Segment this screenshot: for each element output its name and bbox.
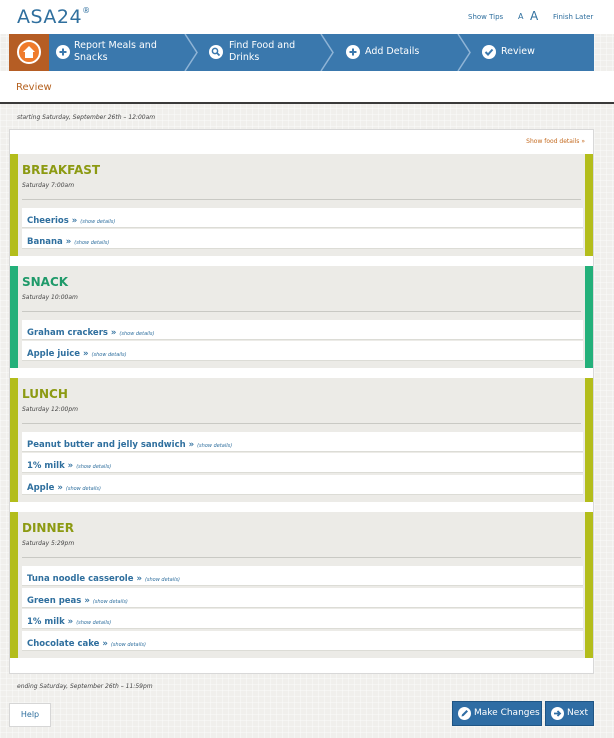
show-tips-link[interactable]: Show Tips [468,13,503,21]
starting-note: starting Saturday, September 26th – 12:0… [17,114,156,121]
meal-color-bar [585,378,593,502]
show-details-link[interactable]: (show details) [197,443,232,449]
food-item: Chocolate cake » (show details) [22,631,583,651]
page-title-bar: Review [0,71,614,104]
meal-time: Saturday 10:00am [22,294,78,301]
search-icon [209,45,223,59]
meal-time: Saturday 5:29pm [22,540,75,547]
step-divider [457,34,471,71]
make-changes-label: Make Changes [474,708,540,718]
food-name-link[interactable]: Apple » [27,483,63,493]
step-navigation: Report Meals and Snacks Find Food and Dr… [9,34,594,71]
divider [22,423,581,424]
food-name-link[interactable]: Peanut butter and jelly sandwich » [27,440,194,450]
divider [22,199,581,200]
show-details-link[interactable]: (show details) [66,486,101,492]
step-review[interactable]: Review [482,34,592,71]
step-label: Report Meals and Snacks [74,40,157,63]
meal-name: BREAKFAST [22,163,101,177]
meal-dinner: DINNER Saturday 5:29pm Tuna noodle casse… [10,512,593,658]
food-item: Apple » (show details) [22,475,583,495]
meal-color-bar [10,512,18,658]
step-divider [320,34,334,71]
food-item: Tuna noodle casserole » (show details) [22,566,583,586]
meal-time: Saturday 7:00am [22,182,75,189]
meal-color-bar [10,378,18,502]
food-name-link[interactable]: 1% milk » [27,461,73,471]
meal-snack: SNACK Saturday 10:00am Graham crackers »… [10,266,593,368]
finish-later-link[interactable]: Finish Later [553,13,593,21]
page-title: Review [16,82,52,93]
step-label: Find Food and Drinks [229,40,296,63]
asa24-logo[interactable]: ASA24® [17,6,91,28]
top-header: ASA24® Show Tips A A Finish Later [0,0,614,34]
help-button[interactable]: Help [9,703,51,727]
food-item: 1% milk » (show details) [22,609,583,629]
food-item: Graham crackers » (show details) [22,320,583,340]
pencil-icon [458,707,471,720]
font-size-large-button[interactable]: A [530,9,538,23]
show-details-link[interactable]: (show details) [145,577,180,583]
plus-icon [346,45,360,59]
meal-color-bar [585,266,593,368]
show-details-link[interactable]: (show details) [76,464,111,470]
show-food-details-link[interactable]: Show food details » [526,138,585,145]
step-label: Review [501,46,535,57]
food-name-link[interactable]: Graham crackers » [27,328,116,338]
food-item: Peanut butter and jelly sandwich » (show … [22,432,583,452]
meal-time: Saturday 12:00pm [22,406,78,413]
step-label: Add Details [365,46,420,57]
meal-color-bar [10,266,18,368]
review-panel: Show food details » BREAKFAST Saturday 7… [9,129,594,674]
meal-name: DINNER [22,521,74,535]
step-report-meals[interactable]: Report Meals and Snacks [56,34,181,71]
food-item: Green peas » (show details) [22,588,583,608]
next-button[interactable]: Next [545,701,594,726]
show-details-link[interactable]: (show details) [111,642,146,648]
meal-breakfast: BREAKFAST Saturday 7:00am Cheerios » (sho… [10,154,593,256]
meal-lunch: LUNCH Saturday 12:00pm Peanut butter and… [10,378,593,502]
logo-text: ASA24 [17,6,83,28]
meal-color-bar [585,154,593,256]
arrow-right-icon [551,707,564,720]
show-details-link[interactable]: (show details) [119,331,154,337]
next-label: Next [567,708,588,718]
home-icon [17,40,41,64]
plus-icon [56,45,70,59]
divider [22,311,581,312]
food-name-link[interactable]: Cheerios » [27,216,77,226]
show-details-link[interactable]: (show details) [74,240,109,246]
meal-color-bar [585,512,593,658]
food-name-link[interactable]: 1% milk » [27,617,73,627]
show-details-link[interactable]: (show details) [92,352,127,358]
divider [22,557,581,558]
show-details-link[interactable]: (show details) [76,620,111,626]
check-icon [482,45,496,59]
food-item: Banana » (show details) [22,229,583,249]
make-changes-button[interactable]: Make Changes [452,701,542,726]
food-name-link[interactable]: Tuna noodle casserole » [27,574,142,584]
food-item: Cheerios » (show details) [22,208,583,228]
food-item: 1% milk » (show details) [22,453,583,473]
meal-name: SNACK [22,275,69,289]
food-item: Apple juice » (show details) [22,341,583,361]
step-divider [184,34,198,71]
show-details-link[interactable]: (show details) [80,219,115,225]
step-add-details[interactable]: Add Details [346,34,456,71]
font-size-small-button[interactable]: A [518,12,523,21]
registered-mark: ® [82,6,91,15]
meal-name: LUNCH [22,387,68,401]
step-find-food[interactable]: Find Food and Drinks [209,34,319,71]
home-button[interactable] [9,34,49,71]
ending-note: ending Saturday, September 26th – 11:59p… [17,683,153,690]
meal-color-bar [10,154,18,256]
food-name-link[interactable]: Apple juice » [27,349,89,359]
food-name-link[interactable]: Banana » [27,237,71,247]
show-details-link[interactable]: (show details) [93,599,128,605]
food-name-link[interactable]: Green peas » [27,596,90,606]
food-name-link[interactable]: Chocolate cake » [27,639,108,649]
